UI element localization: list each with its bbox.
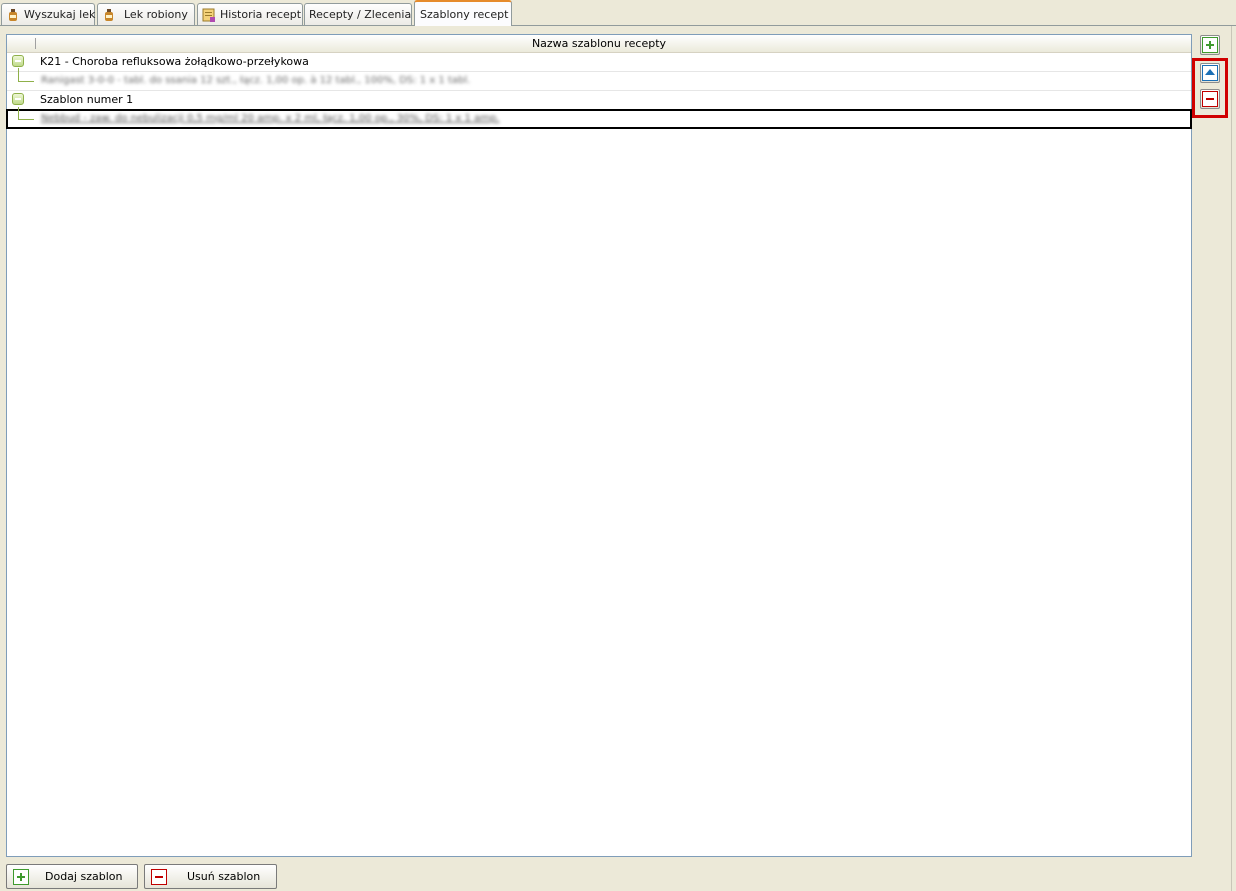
tab-lek-robiony[interactable]: Lek robiony (97, 3, 195, 25)
add-item-button[interactable] (1200, 35, 1220, 55)
tab-recepty-zlecenia[interactable]: Recepty / Zlecenia (304, 3, 412, 25)
tab-bar: Wyszukaj lek Lek robiony Historia recept… (0, 0, 1236, 26)
tab-label: Lek robiony (124, 8, 188, 21)
drug-label: Nebbud - zaw. do nebulizacji 0,5 mg/ml 2… (41, 113, 500, 124)
tree-child-row-selected[interactable]: Nebbud - zaw. do nebulizacji 0,5 mg/ml 2… (6, 107, 1192, 129)
tab-label: Szablony recept (420, 7, 509, 21)
tab-label: Historia recept (220, 8, 302, 21)
group-label: Szablon numer 1 (40, 93, 134, 106)
tab-label: Wyszukaj lek (24, 8, 96, 21)
group-label: K21 - Choroba refluksowa żołądkowo-przeł… (40, 55, 309, 68)
add-template-button[interactable]: Dodaj szablon (6, 864, 138, 889)
column-header-label: Nazwa szablonu recepty (531, 37, 667, 50)
tree-line (18, 119, 34, 120)
window-edge (1231, 26, 1236, 891)
add-template-label: Dodaj szablon (45, 870, 123, 883)
column-separator (35, 38, 36, 49)
tab-historia-recept[interactable]: Historia recept (197, 3, 303, 25)
highlight-box (1192, 58, 1228, 118)
tab-szablony-recept[interactable]: Szablony recept (414, 0, 512, 26)
tree-child-row[interactable]: Ranigast 3-0-0 - tabl. do ssania 12 szt.… (7, 68, 1191, 91)
remove-template-button[interactable]: Usuń szablon (144, 864, 277, 889)
tab-bar-line (0, 25, 1236, 26)
add-icon (1202, 37, 1218, 53)
column-header[interactable]: Nazwa szablonu recepty (7, 35, 1191, 53)
tree-line (18, 81, 34, 82)
tree-group-row[interactable]: K21 - Choroba refluksowa żołądkowo-przeł… (7, 53, 1191, 72)
remove-icon (151, 868, 167, 885)
template-tree[interactable]: Nazwa szablonu recepty K21 - Choroba ref… (6, 34, 1192, 857)
tab-wyszukaj-lek[interactable]: Wyszukaj lek (1, 3, 95, 25)
bottle-icon (105, 8, 113, 21)
prescription-icon (202, 8, 215, 22)
tab-label: Recepty / Zlecenia (309, 8, 412, 21)
tree-group-row[interactable]: Szablon numer 1 (7, 91, 1191, 110)
tree-line (18, 68, 19, 81)
bottle-icon (9, 8, 17, 21)
collapse-icon[interactable] (12, 55, 24, 67)
tree-line (18, 107, 19, 119)
drug-label: Ranigast 3-0-0 - tabl. do ssania 12 szt.… (41, 75, 471, 86)
remove-template-label: Usuń szablon (187, 870, 261, 883)
add-icon (13, 868, 29, 885)
collapse-icon[interactable] (12, 93, 24, 105)
